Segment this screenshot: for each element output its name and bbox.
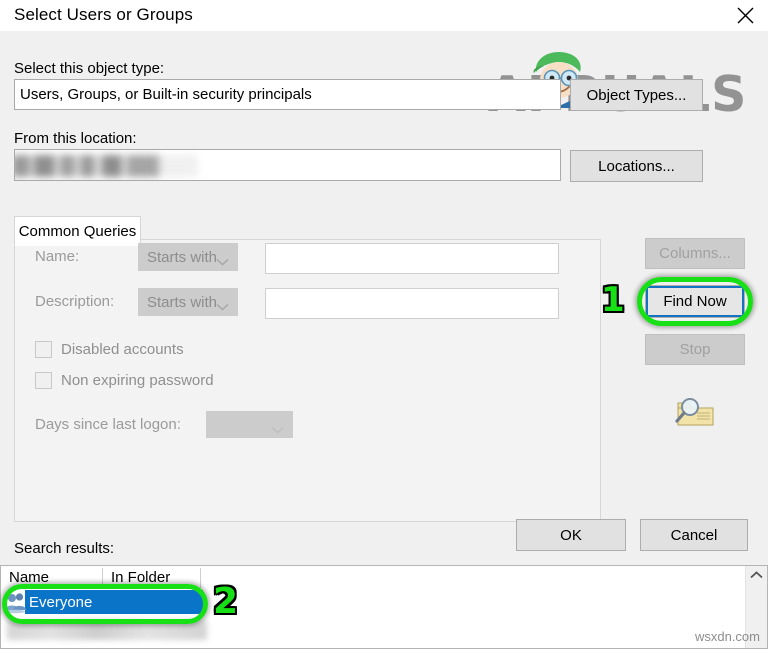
- ok-button[interactable]: OK: [516, 519, 626, 551]
- window-title: Select Users or Groups: [14, 5, 193, 24]
- find-now-button[interactable]: Find Now: [645, 285, 745, 318]
- location-input[interactable]: [14, 149, 561, 181]
- cancel-button[interactable]: Cancel: [640, 519, 748, 551]
- chevron-up-icon: [750, 566, 763, 584]
- tab-common-queries[interactable]: Common Queries: [14, 216, 141, 246]
- location-value-redacted: [15, 155, 198, 177]
- result-row-everyone[interactable]: Everyone: [25, 590, 203, 614]
- select-users-or-groups-dialog: Select Users or Groups APPUALS: [0, 0, 768, 649]
- object-types-button[interactable]: Object Types...: [570, 79, 703, 111]
- column-separator[interactable]: [200, 568, 201, 588]
- name-operator-value: Starts with: [147, 248, 218, 266]
- object-type-input[interactable]: Users, Groups, or Built-in security prin…: [14, 79, 561, 110]
- days-since-last-logon-select[interactable]: [206, 411, 293, 438]
- object-type-value: Users, Groups, or Built-in security prin…: [20, 86, 312, 103]
- result-name-everyone: Everyone: [29, 593, 93, 611]
- description-operator-value: Starts with: [147, 293, 218, 311]
- non-expiring-password-label: Non expiring password: [61, 372, 214, 389]
- chevron-down-icon: [216, 253, 229, 266]
- search-folder-icon: [673, 395, 715, 436]
- search-results-list[interactable]: Name In Folder Everyone: [0, 565, 768, 649]
- columns-button[interactable]: Columns...: [645, 238, 745, 269]
- results-vertical-scrollbar[interactable]: [745, 566, 767, 648]
- close-icon: [736, 6, 755, 25]
- stop-button[interactable]: Stop: [645, 334, 745, 365]
- column-separator[interactable]: [102, 568, 103, 588]
- dialog-body: APPUALS Select this ob: [0, 31, 768, 649]
- close-button[interactable]: [722, 0, 768, 31]
- name-operator-select[interactable]: Starts with: [138, 243, 238, 271]
- disabled-accounts-label: Disabled accounts: [61, 341, 184, 358]
- annotation-number-1: 1: [601, 280, 625, 320]
- disabled-accounts-checkbox[interactable]: [35, 341, 52, 358]
- users-group-icon: [4, 590, 28, 619]
- column-header-in-folder[interactable]: In Folder: [107, 566, 199, 588]
- chevron-down-icon: [271, 421, 284, 433]
- search-results-label: Search results:: [14, 540, 115, 557]
- non-expiring-password-checkbox[interactable]: [35, 372, 52, 389]
- days-since-last-logon-label: Days since last logon:: [35, 416, 181, 433]
- title-bar: Select Users or Groups: [0, 0, 768, 31]
- object-type-label: Select this object type:: [14, 60, 165, 77]
- locations-button[interactable]: Locations...: [570, 150, 703, 182]
- column-header-name[interactable]: Name: [5, 566, 101, 588]
- scroll-up-button[interactable]: [746, 566, 767, 584]
- description-operator-select[interactable]: Starts with: [138, 288, 238, 316]
- location-label: From this location:: [14, 130, 137, 147]
- chevron-down-icon: [216, 298, 229, 311]
- name-label: Name:: [35, 248, 80, 265]
- result-row-blurred[interactable]: [7, 620, 207, 640]
- description-label: Description:: [35, 293, 115, 310]
- search-results-header: Name In Folder: [1, 566, 767, 588]
- description-input[interactable]: [265, 288, 559, 319]
- name-input[interactable]: [265, 243, 559, 274]
